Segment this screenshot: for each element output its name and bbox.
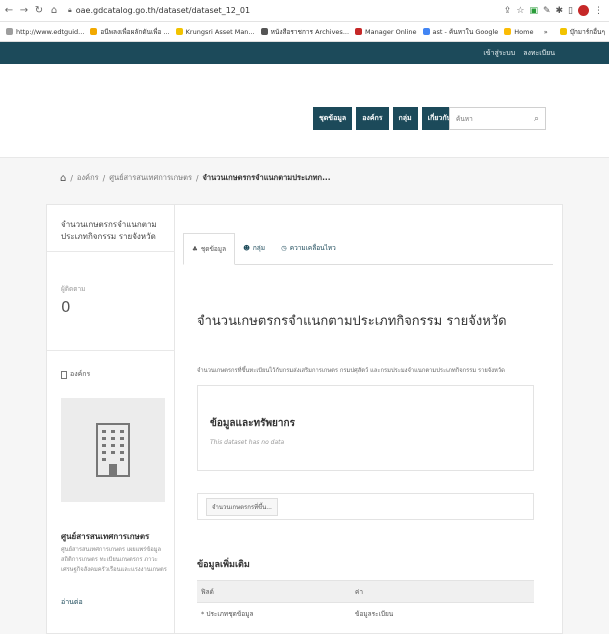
org-name[interactable]: ศูนย์สารสนเทศการเกษตร [61,530,149,543]
tab-activity[interactable]: ◷ ความเคลื่อนไหว [273,232,344,264]
table-header-row: ฟิลด์ ค่า [197,580,534,603]
nav-datasets[interactable]: ชุดข้อมูล [313,107,353,130]
bookmark-label: Manager Online [365,27,417,36]
bookmark-favicon-icon [6,28,13,35]
followers-count: 0 [61,298,71,316]
divider [47,251,176,252]
read-more-link[interactable]: อ่านต่อ [61,597,83,608]
extensions-area: ⇪ ☆ ▣ ✎ ✱ ▯ ⋮ [504,5,603,16]
sidebar-title: จำนวนเกษตรกรจำแนกตามประเภทกิจกรรม รายจัง… [61,220,157,241]
tab-datasets[interactable]: ♣ ชุดข้อมูล [183,233,236,265]
breadcrumb: ⌂ / องค์กร / ศูนย์สารสนเทศการเกษตร / จำน… [60,172,331,184]
site-topbar: เข้าสู่ระบบ ลงทะเบียน [0,42,609,64]
followers-label: ผู้ติดตาม [61,285,86,293]
org-section-label: องค์กร [61,369,90,380]
bookmark-item[interactable]: Krungsri Asset Man... [175,27,255,37]
bookmark-favicon-icon [90,28,98,35]
bookmark-item[interactable]: http://www.edtguid... [6,27,84,37]
table-row: * ประเภทชุดข้อมูล ข้อมูลระเบียน [197,602,534,625]
bookmark-favicon-icon [175,28,183,35]
column-header-field: ฟิลด์ [197,580,351,603]
folder-icon [559,28,567,35]
home-icon[interactable]: ⌂ [60,173,66,184]
nav-groups[interactable]: กลุ่ม [392,107,418,130]
register-link[interactable]: ลงทะเบียน [523,48,555,59]
breadcrumb-current[interactable]: จำนวนเกษตรกรจำแนกตามประเภทก... [203,172,331,184]
bookmark-favicon-icon [355,28,363,35]
tags-box: จำนวนเกษตรกรที่ขึ้น... [197,493,534,520]
address-bar[interactable]: 🔒︎ oae.gdcatalog.go.th/dataset/dataset_1… [68,3,504,18]
bookmark-label: อนีพลงเพื่อผลักดันเพื่อ ... [100,27,170,36]
main-content: ♣ ชุดข้อมูล ☻ กลุ่ม ◷ ความเคลื่อนไหว จำน… [175,204,563,634]
users-icon: ☻ [243,244,250,252]
bookmark-label: Home [514,27,534,36]
dataset-description: จำนวนเกษตรกรที่ขึ้นทะเบียนไว้กับกรมส่งเส… [197,368,505,374]
resources-heading: ข้อมูลและทรัพยากร [210,418,295,429]
bookmarks-bar: http://www.edtguid... อนีพลงเพื่อผลักดันเ… [0,22,609,42]
table-cell-value: ข้อมูลระเบียน [351,602,534,625]
bookmark-favicon-icon [504,28,512,35]
tag-pill[interactable]: จำนวนเกษตรกรที่ขึ้น... [206,497,278,516]
tab-groups[interactable]: ☻ กลุ่ม [235,232,273,264]
org-description: ศูนย์สารสนเทศการเกษตร เผยแพร่ข้อมูลสถิติ… [61,547,167,573]
building-icon [61,370,67,379]
additional-info-table: ฟิลด์ ค่า * ประเภทชุดข้อมูล ข้อมูลระเบีย… [197,580,534,625]
sidebar: จำนวนเกษตรกรจำแนกตามประเภทกิจกรรม รายจัง… [46,204,176,634]
reload-icon[interactable]: ↻ [33,5,45,16]
nav-organizations[interactable]: องค์กร [356,107,389,130]
bookmark-item[interactable]: Manager Online [355,27,417,37]
bookmarks-more[interactable]: » [544,28,548,36]
bookmark-item[interactable]: อนีพลงเพื่อผลักดันเพื่อ ... [90,27,170,37]
table-cell-field: * ประเภทชุดข้อมูล [197,602,351,625]
bookmark-item[interactable]: Home [504,27,533,37]
resources-box: ข้อมูลและทรัพยากร This dataset has no da… [197,385,534,471]
other-bookmarks[interactable]: บุ๊กมาร์กอื่นๆ [559,27,605,37]
login-link[interactable]: เข้าสู่ระบบ [483,48,515,59]
menu-icon[interactable]: ⋮ [594,6,603,16]
bookmark-label: ast - ค้นหาใน Google [432,27,499,36]
sitemap-icon: ♣ [192,245,198,253]
profile-avatar[interactable] [578,5,589,16]
search-input[interactable] [456,114,516,123]
divider [47,350,176,351]
additional-info-heading: ข้อมูลเพิ่มเติม [197,560,250,570]
bookmark-item[interactable]: ast - ค้นหาใน Google [422,27,499,37]
bookmark-label: Krungsri Asset Man... [185,27,255,36]
home-icon[interactable]: ⌂ [48,5,60,16]
forward-icon[interactable]: → [18,5,30,16]
bookmark-label: หนังสือราชการ Archives... [270,27,350,36]
share-icon[interactable]: ⇪ [504,6,512,16]
dataset-title: จำนวนเกษตรกรจำแนกตามประเภทกิจกรรม รายจัง… [197,314,507,329]
extension-icon[interactable]: ▣ [529,6,538,16]
main-nav: ชุดข้อมูล องค์กร กลุ่ม เกี่ยวกับ [313,107,458,130]
sidepanel-icon[interactable]: ▯ [568,6,573,16]
resources-empty-text: This dataset has no data [210,439,285,446]
pen-icon[interactable]: ✎ [543,6,551,16]
breadcrumb-organizations[interactable]: องค์กร [77,172,99,184]
bookmark-item[interactable]: หนังสือราชการ Archives... [260,27,350,37]
search-icon[interactable]: ⌕ [534,114,539,124]
url-text: oae.gdcatalog.go.th/dataset/dataset_12_0… [75,6,251,15]
site-header: ชุดข้อมูล องค์กร กลุ่ม เกี่ยวกับ ⌕ [0,64,609,158]
search-box: ⌕ [449,107,546,130]
bookmark-label: http://www.edtguid... [16,27,85,36]
breadcrumb-org[interactable]: ศูนย์สารสนเทศการเกษตร [109,172,192,184]
tabs: ♣ ชุดข้อมูล ☻ กลุ่ม ◷ ความเคลื่อนไหว [183,233,553,265]
building-icon [96,423,130,477]
lock-icon: 🔒︎ [68,6,72,14]
clock-icon: ◷ [281,244,287,252]
browser-toolbar: ← → ↻ ⌂ 🔒︎ oae.gdcatalog.go.th/dataset/d… [0,0,609,22]
bookmark-favicon-icon [422,28,430,35]
star-icon[interactable]: ☆ [516,6,524,16]
puzzle-icon[interactable]: ✱ [556,6,564,16]
org-image[interactable] [61,398,165,502]
back-icon[interactable]: ← [3,5,15,16]
column-header-value: ค่า [351,580,534,603]
bookmark-favicon-icon [260,28,268,35]
